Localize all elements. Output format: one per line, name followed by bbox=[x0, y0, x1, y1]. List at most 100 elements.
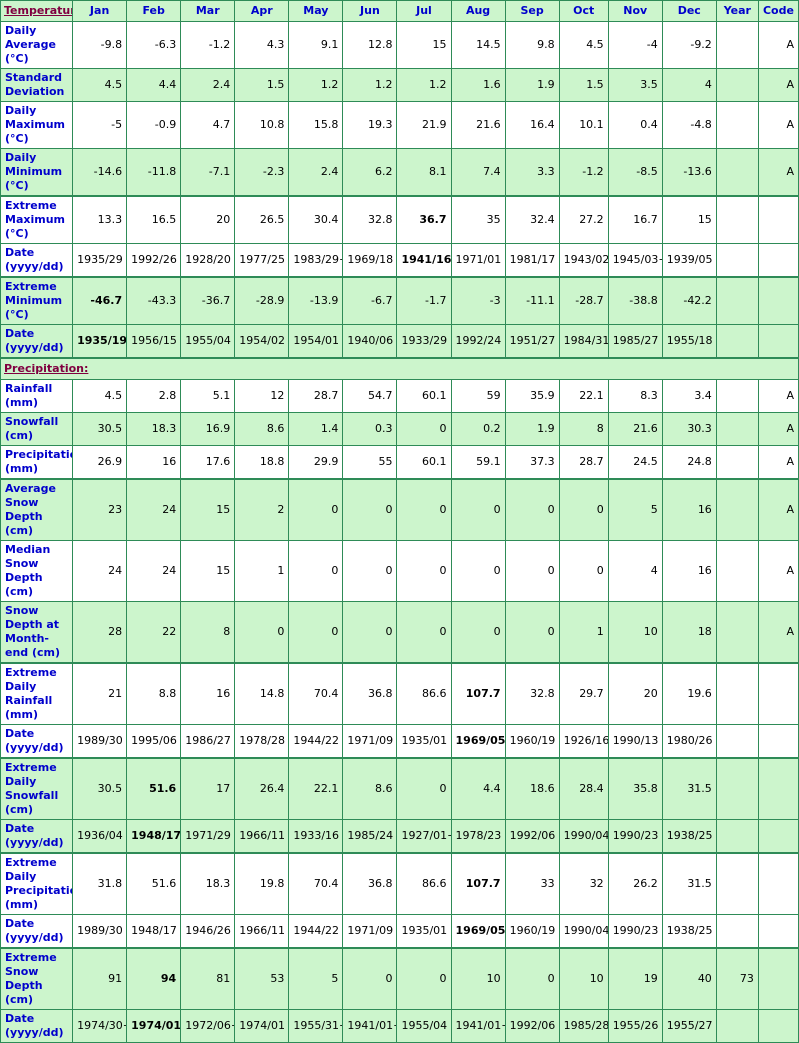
cell-apr: 26.4 bbox=[234, 757, 290, 820]
cell-year bbox=[715, 243, 759, 278]
cell-oct: 8 bbox=[558, 412, 609, 446]
cell-jul: 60.1 bbox=[396, 445, 452, 480]
cell-apr: 1978/28 bbox=[234, 724, 290, 759]
cell-aug: 1971/01 bbox=[450, 243, 506, 278]
row-label: Rainfall (mm) bbox=[0, 379, 74, 413]
cell-nov: 1985/27 bbox=[607, 324, 663, 359]
cell-mar: 1955/04 bbox=[180, 324, 236, 359]
cell-jan: 13.3 bbox=[72, 195, 128, 244]
cell-sep: 35.9 bbox=[504, 379, 560, 413]
cell-may: 1955/31+ bbox=[288, 1009, 344, 1043]
cell-oct: 1926/16 bbox=[558, 724, 609, 759]
column-header-year: Year bbox=[715, 0, 759, 22]
cell-dec: 1938/25 bbox=[661, 914, 717, 949]
cell-jul: 1.2 bbox=[396, 68, 452, 102]
cell-code: A bbox=[757, 101, 799, 149]
row-label: Daily Average (°C) bbox=[0, 21, 74, 69]
column-header-dec: Dec bbox=[661, 0, 717, 22]
cell-year bbox=[715, 819, 759, 854]
cell-jun: 6.2 bbox=[342, 148, 398, 197]
cell-sep: 1951/27 bbox=[504, 324, 560, 359]
cell-mar: -7.1 bbox=[180, 148, 236, 197]
cell-jul: 36.7 bbox=[396, 195, 452, 244]
cell-dec: 1955/27 bbox=[661, 1009, 717, 1043]
row-label: Date (yyyy/dd) bbox=[0, 243, 74, 278]
table-row: Snowfall (cm) 30.5 18.3 16.9 8.6 1.4 0.3 0 0.2 1.… bbox=[0, 412, 799, 446]
cell-jun: 36.8 bbox=[342, 662, 398, 725]
cell-may: 0 bbox=[288, 601, 344, 664]
cell-sep: 33 bbox=[504, 852, 560, 915]
cell-nov: 0.4 bbox=[607, 101, 663, 149]
cell-apr: -2.3 bbox=[234, 148, 290, 197]
cell-code bbox=[757, 757, 799, 820]
cell-sep: 9.8 bbox=[504, 21, 560, 69]
cell-code bbox=[757, 914, 799, 949]
cell-jan: 1989/30 bbox=[72, 724, 128, 759]
cell-feb: -6.3 bbox=[126, 21, 182, 69]
cell-feb: 24 bbox=[126, 540, 182, 602]
cell-apr: 18.8 bbox=[234, 445, 290, 480]
cell-may: -13.9 bbox=[288, 276, 344, 325]
cell-dec: 16 bbox=[661, 540, 717, 602]
row-label: Date (yyyy/dd) bbox=[0, 1009, 74, 1043]
row-label: Extreme Daily Precipitation (mm) bbox=[0, 852, 74, 915]
column-header-sep: Sep bbox=[504, 0, 560, 22]
cell-nov: 1990/23 bbox=[607, 914, 663, 949]
cell-year bbox=[715, 914, 759, 949]
table-row: Median Snow Depth (cm) 24 24 15 1 0 0 0 0 0 0 4 16 A bbox=[0, 540, 799, 602]
section-header-precipitation: Precipitation: bbox=[0, 357, 799, 380]
cell-dec: -42.2 bbox=[661, 276, 717, 325]
cell-year bbox=[715, 601, 759, 664]
table-row: Extreme Daily Snowfall (cm) 30.5 51.6 17 26.… bbox=[0, 757, 799, 820]
cell-aug: 10 bbox=[450, 947, 506, 1010]
cell-jul: 15 bbox=[396, 21, 452, 69]
cell-feb: 2.8 bbox=[126, 379, 182, 413]
cell-apr: 1954/02 bbox=[234, 324, 290, 359]
column-header-aug: Aug bbox=[450, 0, 506, 22]
cell-may: 2.4 bbox=[288, 148, 344, 197]
cell-year bbox=[715, 757, 759, 820]
cell-code bbox=[757, 1009, 799, 1043]
cell-jun: 1940/06 bbox=[342, 324, 398, 359]
cell-jan: 4.5 bbox=[72, 68, 128, 102]
cell-oct: 28.7 bbox=[558, 445, 609, 480]
cell-code bbox=[757, 243, 799, 278]
cell-dec: 18 bbox=[661, 601, 717, 664]
row-label: Snow Depth at Month-end (cm) bbox=[0, 601, 74, 664]
cell-nov: 3.5 bbox=[607, 68, 663, 102]
cell-jul: 21.9 bbox=[396, 101, 452, 149]
cell-oct: 28.4 bbox=[558, 757, 609, 820]
cell-nov: 1955/26 bbox=[607, 1009, 663, 1043]
cell-feb: 51.6 bbox=[126, 852, 182, 915]
cell-code: A bbox=[757, 478, 799, 541]
cell-year: 73 bbox=[715, 947, 759, 1010]
column-header-jan: Jan bbox=[72, 0, 128, 22]
cell-sep: 18.6 bbox=[504, 757, 560, 820]
cell-mar: 5.1 bbox=[180, 379, 236, 413]
cell-sep: 37.3 bbox=[504, 445, 560, 480]
cell-aug: 1992/24 bbox=[450, 324, 506, 359]
cell-code bbox=[757, 947, 799, 1010]
cell-aug: -3 bbox=[450, 276, 506, 325]
climate-data-table: Temperature:JanFebMarAprMayJunJulAugSepO… bbox=[0, 0, 799, 1043]
cell-jun: 1971/09 bbox=[342, 914, 398, 949]
row-label: Date (yyyy/dd) bbox=[0, 819, 74, 854]
table-row: Extreme Daily Rainfall (mm) 21 8.8 16 14.8 70… bbox=[0, 662, 799, 725]
cell-dec: 1939/05 bbox=[661, 243, 717, 278]
cell-nov: 19 bbox=[607, 947, 663, 1010]
cell-nov: 10 bbox=[607, 601, 663, 664]
cell-aug: 107.7 bbox=[450, 852, 506, 915]
cell-feb: 1948/17 bbox=[126, 819, 182, 854]
cell-jun: 36.8 bbox=[342, 852, 398, 915]
cell-code bbox=[757, 276, 799, 325]
cell-mar: 18.3 bbox=[180, 852, 236, 915]
cell-may: 70.4 bbox=[288, 662, 344, 725]
cell-year bbox=[715, 412, 759, 446]
cell-nov: 1990/23 bbox=[607, 819, 663, 854]
cell-nov: -8.5 bbox=[607, 148, 663, 197]
cell-jun: 1985/24 bbox=[342, 819, 398, 854]
cell-year bbox=[715, 445, 759, 480]
cell-oct: 1.5 bbox=[558, 68, 609, 102]
cell-nov: 20 bbox=[607, 662, 663, 725]
cell-mar: 1928/20 bbox=[180, 243, 236, 278]
